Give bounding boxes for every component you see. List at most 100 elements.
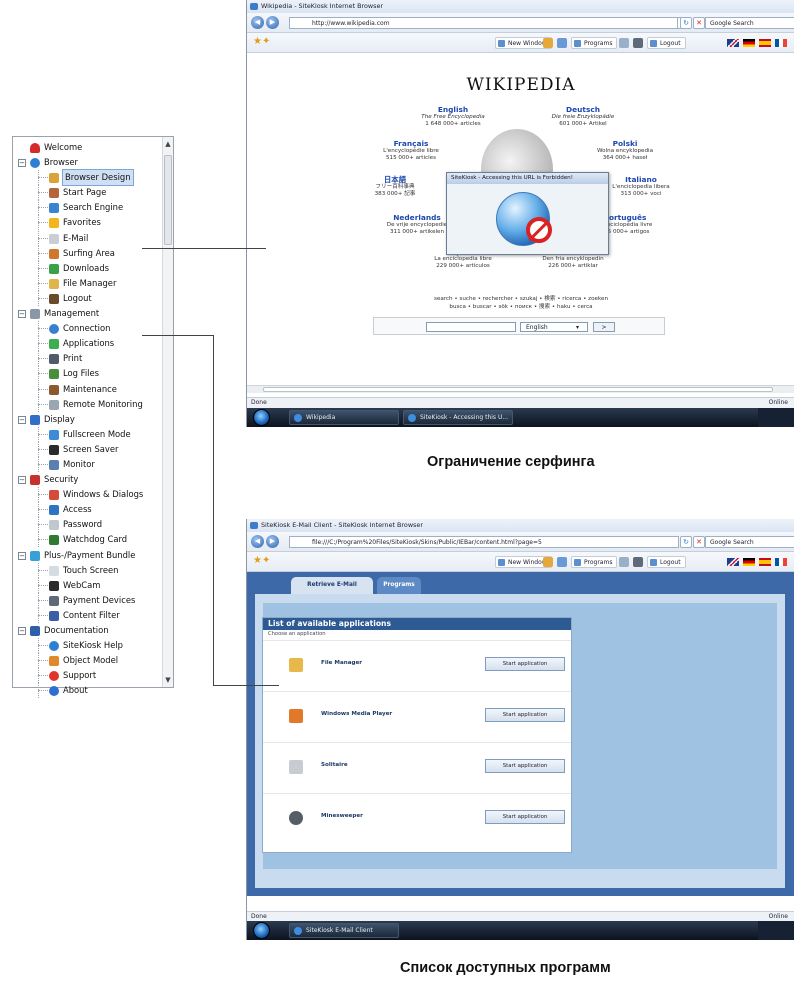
favorites-star-icon[interactable]: ★✦ bbox=[253, 36, 270, 48]
collapse-toggle-icon[interactable]: − bbox=[18, 159, 26, 168]
lang-francais[interactable]: Français L'encyclopédie libre 515 000+ a… bbox=[351, 139, 471, 162]
scroll-down-arrow-icon[interactable]: ▼ bbox=[164, 675, 172, 685]
collapse-toggle-icon[interactable]: − bbox=[18, 551, 26, 560]
print-icon[interactable] bbox=[633, 38, 643, 48]
tree-item-watchdog-card[interactable]: Watchdog Card bbox=[13, 532, 163, 548]
flag-spain-icon[interactable] bbox=[759, 39, 771, 47]
tree-item-file-manager[interactable]: File Manager bbox=[13, 275, 163, 291]
flag-germany-icon[interactable] bbox=[743, 39, 755, 47]
tree-item-access[interactable]: Access bbox=[13, 502, 163, 518]
tree-item-password[interactable]: Password bbox=[13, 517, 163, 533]
tree-item-object-model[interactable]: Object Model bbox=[13, 653, 163, 669]
search-links-line-2[interactable]: busca • buscar • sök • поиск • 搜索 • haku… bbox=[247, 303, 794, 311]
tree-item-webcam[interactable]: WebCam bbox=[13, 577, 163, 593]
search-language-select[interactable]: English ▾ bbox=[520, 322, 588, 332]
lang-english[interactable]: English The Free Encyclopedia 1 648 000+… bbox=[393, 105, 513, 128]
back-button[interactable]: ◀ bbox=[251, 535, 264, 548]
mail-icon[interactable] bbox=[619, 38, 629, 48]
tree-item-management[interactable]: − Management bbox=[13, 306, 163, 321]
url-field[interactable]: file:///C:/Program%20Files/SiteKiosk/Ski… bbox=[289, 536, 679, 548]
wikipedia-search-input[interactable] bbox=[426, 322, 516, 332]
tree-item-documentation[interactable]: − Documentation bbox=[13, 623, 163, 638]
start-application-button[interactable]: Start application bbox=[485, 759, 565, 773]
lang-deutsch[interactable]: Deutsch Die freie Enzyklopädie 601 000+ … bbox=[523, 105, 643, 128]
flag-spain-icon[interactable] bbox=[759, 558, 771, 566]
back-button[interactable]: ◀ bbox=[251, 16, 264, 29]
start-button[interactable] bbox=[253, 922, 270, 939]
programs-button[interactable]: Programs bbox=[571, 556, 618, 568]
lang-name[interactable]: English bbox=[393, 105, 513, 114]
search-icon[interactable] bbox=[557, 38, 567, 48]
flag-uk-icon[interactable] bbox=[727, 39, 739, 47]
tab-retrieve-email[interactable]: Retrieve E-Mail bbox=[291, 577, 373, 594]
tree-item-payment-devices[interactable]: Payment Devices bbox=[13, 592, 163, 608]
search-engine-field[interactable]: Google Search bbox=[705, 17, 794, 29]
lang-name[interactable]: Polski bbox=[565, 139, 685, 148]
lang-name[interactable]: 日本語 bbox=[335, 175, 455, 184]
refresh-button[interactable]: ↻ bbox=[680, 536, 692, 548]
tree-item-maintenance[interactable]: Maintenance bbox=[13, 381, 163, 397]
tree-item-welcome[interactable]: Welcome bbox=[13, 140, 163, 155]
home-icon[interactable] bbox=[543, 38, 553, 48]
tree-item-about[interactable]: About bbox=[13, 683, 163, 699]
stop-button[interactable]: ✕ bbox=[693, 536, 705, 548]
tree-item-screen-saver[interactable]: Screen Saver bbox=[13, 441, 163, 457]
scroll-up-arrow-icon[interactable]: ▲ bbox=[164, 139, 172, 149]
collapse-toggle-icon[interactable]: − bbox=[18, 310, 26, 319]
start-application-button[interactable]: Start application bbox=[485, 708, 565, 722]
tree-item-content-filter[interactable]: Content Filter bbox=[13, 607, 163, 623]
tree-item-sitekiosk-help[interactable]: SiteKiosk Help bbox=[13, 638, 163, 654]
tree-item-surfing-area[interactable]: Surfing Area bbox=[13, 245, 163, 261]
tree-item-downloads[interactable]: Downloads bbox=[13, 260, 163, 276]
logout-button[interactable]: Logout bbox=[647, 37, 686, 49]
search-engine-field[interactable]: Google Search bbox=[705, 536, 794, 548]
search-go-button[interactable]: > bbox=[593, 322, 615, 332]
url-field[interactable]: http://www.wikipedia.com bbox=[289, 17, 679, 29]
tree-item-start-page[interactable]: Start Page bbox=[13, 185, 163, 201]
start-button[interactable] bbox=[253, 409, 270, 426]
collapse-toggle-icon[interactable]: − bbox=[18, 476, 26, 485]
logout-button[interactable]: Logout bbox=[647, 556, 686, 568]
tree-item-remote-monitoring[interactable]: Remote Monitoring bbox=[13, 396, 163, 412]
tree-item-applications[interactable]: Applications bbox=[13, 336, 163, 352]
flag-uk-icon[interactable] bbox=[727, 558, 739, 566]
tree-scroll-thumb[interactable] bbox=[164, 155, 172, 245]
search-links-line-1[interactable]: search • suche • rechercher • szukaj • 検… bbox=[247, 295, 794, 303]
taskbar-item-email-client[interactable]: SiteKiosk E-Mail Client bbox=[289, 923, 399, 938]
flag-germany-icon[interactable] bbox=[743, 558, 755, 566]
scroll-thumb[interactable] bbox=[263, 387, 773, 392]
tree-item-fullscreen-mode[interactable]: Fullscreen Mode bbox=[13, 426, 163, 442]
lang-polski[interactable]: Polski Wolna encyklopedia 364 000+ haseł bbox=[565, 139, 685, 162]
tree-item-connection[interactable]: Connection bbox=[13, 321, 163, 337]
tree-item-browser-design[interactable]: Browser Design bbox=[13, 169, 163, 187]
tree-item-favorites[interactable]: Favorites bbox=[13, 215, 163, 231]
start-application-button[interactable]: Start application bbox=[485, 657, 565, 671]
taskbar-item-wikipedia[interactable]: Wikipedia bbox=[289, 410, 399, 425]
tree-item-e-mail[interactable]: E-Mail bbox=[13, 230, 163, 246]
tree-item-touch-screen[interactable]: Touch Screen bbox=[13, 562, 163, 578]
mail-icon[interactable] bbox=[619, 557, 629, 567]
tree-item-plus-payment-bundle[interactable]: − Plus-/Payment Bundle bbox=[13, 548, 163, 563]
lang-japanese[interactable]: 日本語 フリー百科事典 383 000+ 記事 bbox=[335, 175, 455, 198]
horizontal-scrollbar[interactable] bbox=[247, 385, 794, 393]
forward-button[interactable]: ▶ bbox=[266, 535, 279, 548]
search-icon[interactable] bbox=[557, 557, 567, 567]
flag-france-icon[interactable] bbox=[775, 558, 787, 566]
start-application-button[interactable]: Start application bbox=[485, 810, 565, 824]
tree-item-print[interactable]: Print bbox=[13, 351, 163, 367]
tab-programs[interactable]: Programs bbox=[377, 577, 421, 594]
print-icon[interactable] bbox=[633, 557, 643, 567]
flag-france-icon[interactable] bbox=[775, 39, 787, 47]
lang-name[interactable]: Français bbox=[351, 139, 471, 148]
programs-button[interactable]: Programs bbox=[571, 37, 618, 49]
tree-item-browser[interactable]: − Browser bbox=[13, 155, 163, 170]
tree-item-search-engine[interactable]: Search Engine bbox=[13, 200, 163, 216]
tree-item-log-files[interactable]: Log Files bbox=[13, 366, 163, 382]
tree-item-logout[interactable]: Logout bbox=[13, 290, 163, 306]
tree-item-security[interactable]: − Security bbox=[13, 472, 163, 487]
forward-button[interactable]: ▶ bbox=[266, 16, 279, 29]
tree-item-support[interactable]: Support bbox=[13, 668, 163, 684]
collapse-toggle-icon[interactable]: − bbox=[18, 627, 26, 635]
favorites-star-icon[interactable]: ★✦ bbox=[253, 555, 270, 567]
tree-item-display[interactable]: − Display bbox=[13, 412, 163, 427]
